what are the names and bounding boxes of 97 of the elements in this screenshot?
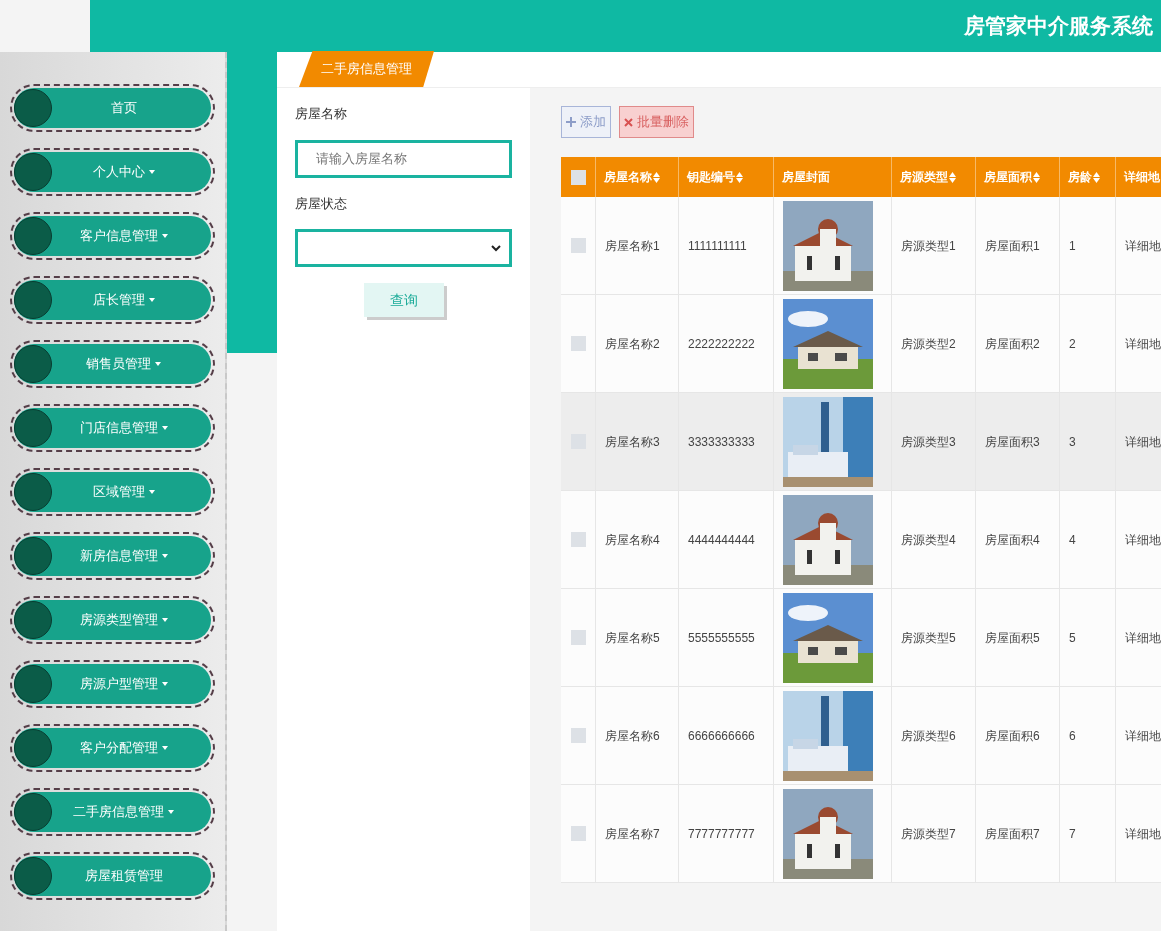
table-cell-text: 5 [1069,629,1076,647]
table-cell-text: 房屋名称2 [605,335,660,353]
sidebar-item[interactable]: 首页 [10,84,215,132]
table-cell-text: 房源类型6 [901,727,956,745]
table-row[interactable]: 房屋名称1 1111111111 房源类型1 房屋面积1 1 详细地 [561,197,1161,295]
sidebar-item[interactable]: 房源户型管理 [10,660,215,708]
table-cell-text: 详细地 [1125,727,1161,745]
table-cell-text: 房屋面积4 [985,531,1040,549]
table-cell-text: 3 [1069,433,1076,451]
checkbox[interactable] [570,336,586,351]
table-cell-text: 房屋面积3 [985,433,1040,451]
name-input[interactable]: 请输入房屋名称 [295,139,512,178]
sidebar-item[interactable]: 个人中心 [10,148,215,196]
batch-delete-button[interactable]: 批量删除 [619,106,694,138]
caret-icon [161,682,168,686]
table-row[interactable]: 房屋名称5 5555555555 房源类型5 房屋面积5 5 详细地 [561,589,1161,687]
table-row[interactable]: 房屋名称2 2222222222 房源类型2 房屋面积2 2 详细地 [561,295,1161,393]
caret-icon [161,426,168,430]
page-tab[interactable]: 二手房信息管理 [299,51,434,87]
field-label: 房屋状态 [295,194,348,213]
sort-icon [653,171,660,183]
table-cell-text: 详细地 [1125,237,1161,255]
table-cell-text: 房屋面积5 [985,629,1040,647]
table-cell-text: 详细地 [1125,531,1161,549]
checkbox[interactable] [570,630,586,645]
sort-icon [1093,171,1100,183]
table-cell-text: 房源类型5 [901,629,956,647]
checkbox[interactable] [570,532,586,547]
field-label: 房屋名称 [295,105,348,123]
table-cell-text: 房屋面积6 [985,727,1040,745]
sidebar-item[interactable]: 客户信息管理 [10,212,215,260]
checkbox[interactable] [570,826,586,841]
table-cell-text: 详细地 [1125,629,1161,647]
table-cell-text: 7 [1069,825,1076,843]
sidebar-item[interactable]: 新房信息管理 [10,532,215,580]
table-cell-text: 详细地 [1125,335,1161,353]
sidebar-item[interactable]: 销售员管理 [10,340,215,388]
table-cell-text: 详细地 [1125,825,1161,843]
table-cell-text: 房屋名称7 [605,825,660,843]
table-cell-text: 2 [1069,335,1076,353]
table-cell-text: 房屋面积7 [985,825,1040,843]
table-cell-text: 房屋面积1 [985,237,1040,255]
sidebar-item[interactable]: 二手房信息管理 [10,788,215,836]
sidebar-item[interactable]: 门店信息管理 [10,404,215,452]
table-cell-text: 房屋名称4 [605,531,660,549]
caret-icon [148,170,155,174]
table-cell-text: 5555555555 [688,629,755,647]
add-button[interactable]: 添加 [561,106,611,138]
caret-icon [161,234,168,238]
caret-icon [148,298,155,302]
checkbox[interactable] [570,238,586,253]
status-select[interactable] [295,229,512,267]
table-row[interactable]: 房屋名称3 3333333333 房源类型3 房屋面积3 3 详细地 [561,393,1161,491]
chevron-icon [491,244,501,252]
table-cell-text: 详细地 [1125,433,1161,451]
checkbox[interactable] [570,169,586,185]
table-cell-text: 3333333333 [688,433,755,451]
table-cell-text: 房屋名称3 [605,433,660,451]
sidebar-item[interactable]: 客户分配管理 [10,724,215,772]
table-cell-text: 房源类型2 [901,335,956,353]
table-cell-text: 房源类型1 [901,237,956,255]
sidebar-item[interactable]: 店长管理 [10,276,215,324]
table-cell-text: 6 [1069,727,1076,745]
table-row[interactable]: 房屋名称6 6666666666 房源类型6 房屋面积6 6 详细地 [561,687,1161,785]
sidebar-item[interactable]: 房源类型管理 [10,596,215,644]
caret-icon [168,810,174,814]
sidebar-item[interactable]: 区域管理 [10,468,215,516]
caret-icon [161,618,168,622]
table-cell-text: 房屋面积2 [985,335,1040,353]
table-cell-text: 房屋名称5 [605,629,660,647]
sort-icon [1033,171,1040,183]
table-cell-text: 房源类型7 [901,825,956,843]
app-title: 房管家中介服务系统 [964,13,1153,40]
table-cell-text: 1111111111 [688,237,747,255]
table-cell-text: 房源类型4 [901,531,956,549]
table-cell-text: 1 [1069,237,1076,255]
caret-icon [161,746,168,750]
caret-icon [161,554,168,558]
table-cell-text: 7777777777 [688,825,755,843]
caret-icon [148,490,155,494]
table-row[interactable]: 房屋名称4 4444444444 房源类型4 房屋面积4 4 详细地 [561,491,1161,589]
caret-icon [155,362,161,366]
sidebar-item[interactable]: 房屋租赁管理 [10,852,215,900]
table-cell-text: 2222222222 [688,335,755,353]
table-cell-text: 房屋名称1 [605,237,660,255]
table-cell-text: 房屋名称6 [605,727,660,745]
table-cell-text: 4 [1069,531,1076,549]
sort-icon [949,171,956,183]
plus-icon [566,117,576,127]
close-icon [624,117,633,127]
table-row[interactable]: 房屋名称7 7777777777 房源类型7 房屋面积7 7 详细地 [561,785,1161,883]
search-button[interactable]: 查询 [363,283,444,317]
table-cell-text: 房源类型3 [901,433,956,451]
checkbox[interactable] [570,728,586,743]
sort-icon [736,171,743,183]
table-cell-text: 4444444444 [688,531,755,549]
table-cell-text: 6666666666 [688,727,755,745]
